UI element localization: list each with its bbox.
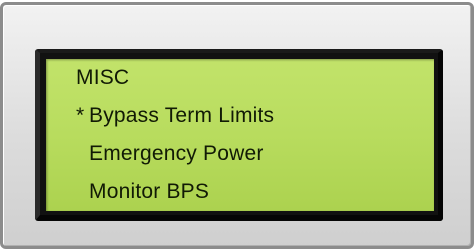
menu-title: MISC xyxy=(76,66,130,89)
lcd-display: MISC * Bypass Term Limits Emergency Power… xyxy=(46,59,434,211)
selection-cursor: * xyxy=(76,104,85,127)
menu-item-monitor-bps[interactable]: Monitor BPS xyxy=(76,180,209,204)
menu-item-label: Monitor BPS xyxy=(89,180,210,203)
menu-item-label: Bypass Term Limits xyxy=(89,104,275,127)
menu-item-emergency-power[interactable]: Emergency Power xyxy=(76,142,264,166)
device-bezel: MISC * Bypass Term Limits Emergency Power… xyxy=(0,2,474,249)
lcd-frame: MISC * Bypass Term Limits Emergency Power… xyxy=(35,49,443,221)
menu-item-bypass-term-limits[interactable]: * Bypass Term Limits xyxy=(76,104,274,128)
menu-item-label: Emergency Power xyxy=(89,142,264,165)
